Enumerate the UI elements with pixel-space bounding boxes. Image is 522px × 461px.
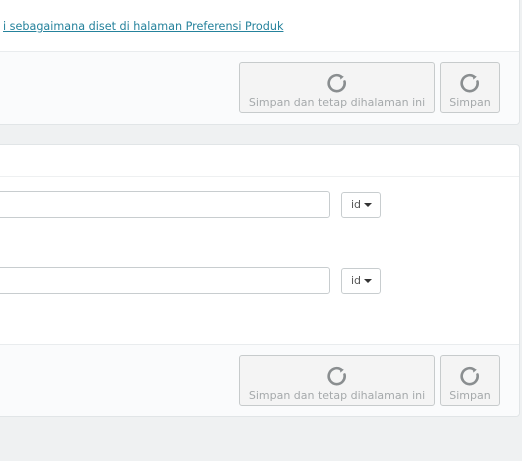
translatable-text-input-2[interactable] [0,267,330,294]
save-and-stay-button[interactable]: Simpan dan tetap dihalaman ini [239,62,435,113]
language-dropdown-1[interactable]: id [341,192,381,218]
fields-panel: id id Simpan dan tetap dihalaman ini Sim… [0,144,520,417]
language-code: id [351,274,362,287]
refresh-spinner-icon [460,366,480,386]
translatable-text-input-1[interactable] [0,191,330,218]
save-and-stay-button[interactable]: Simpan dan tetap dihalaman ini [239,355,435,406]
save-and-stay-label: Simpan dan tetap dihalaman ini [248,389,426,402]
save-label: Simpan [449,96,491,109]
language-code: id [351,198,362,211]
options-panel: i sebagaimana diset di halaman Preferens… [0,0,520,125]
caret-down-icon [364,279,373,283]
save-button[interactable]: Simpan [440,62,500,113]
language-dropdown-2[interactable]: id [341,268,381,294]
save-and-stay-label: Simpan dan tetap dihalaman ini [248,96,426,109]
panel-footer: Simpan dan tetap dihalaman ini Simpan [0,344,519,416]
refresh-spinner-icon [460,73,480,93]
preferences-link[interactable]: i sebagaimana diset di halaman Preferens… [3,20,283,33]
panel-footer: Simpan dan tetap dihalaman ini Simpan [0,51,519,124]
save-label: Simpan [449,389,491,402]
refresh-spinner-icon [327,366,347,386]
caret-down-icon [364,203,373,207]
panel-heading-divider [0,176,519,177]
refresh-spinner-icon [327,73,347,93]
save-button[interactable]: Simpan [440,355,500,406]
